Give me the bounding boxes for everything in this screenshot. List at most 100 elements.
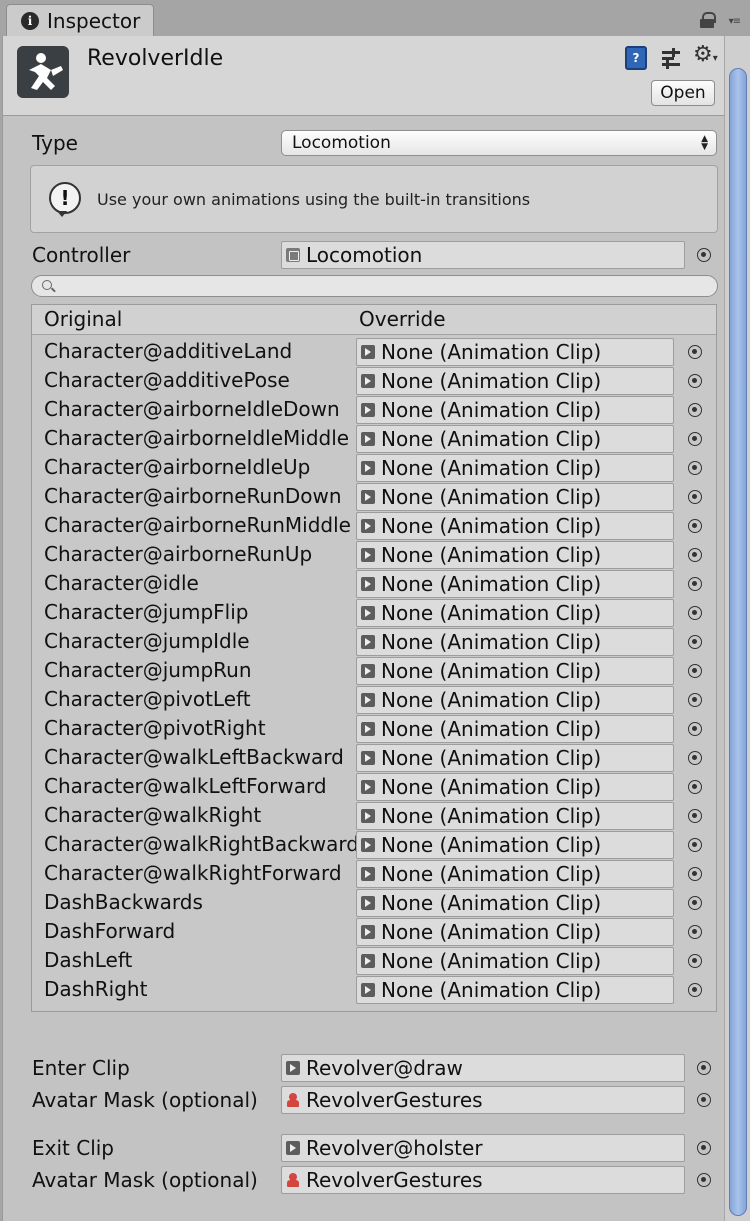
object-picker-icon[interactable]	[688, 519, 702, 533]
original-clip-name: DashForward	[44, 919, 176, 943]
object-picker-icon[interactable]	[688, 606, 702, 620]
override-clip-field[interactable]: None (Animation Clip)	[356, 889, 674, 917]
type-dropdown[interactable]: Locomotion ▲ ▼	[281, 130, 717, 156]
override-clip-field[interactable]: None (Animation Clip)	[356, 947, 674, 975]
override-clip-value: None (Animation Clip)	[381, 340, 602, 364]
override-clip-field[interactable]: None (Animation Clip)	[356, 715, 674, 743]
override-clip-value: None (Animation Clip)	[381, 572, 602, 596]
override-clip-field[interactable]: None (Animation Clip)	[356, 744, 674, 772]
enter-mask-field[interactable]: RevolverGestures	[281, 1086, 685, 1114]
lock-icon[interactable]	[700, 12, 716, 28]
table-row: Character@airborneIdleMiddle None (Animat…	[32, 424, 716, 453]
object-picker-icon[interactable]	[688, 780, 702, 794]
override-clip-field[interactable]: None (Animation Clip)	[356, 396, 674, 424]
object-picker-icon[interactable]	[688, 809, 702, 823]
override-clip-field[interactable]: None (Animation Clip)	[356, 541, 674, 569]
enter-mask-label: Avatar Mask (optional)	[32, 1088, 258, 1112]
vertical-scrollbar[interactable]	[724, 36, 750, 1221]
presets-icon[interactable]	[660, 47, 682, 69]
table-row: Character@airborneIdleDown None (Animatio…	[32, 395, 716, 424]
object-picker-icon[interactable]	[688, 345, 702, 359]
table-row: DashLeft None (Animation Clip)	[32, 946, 716, 975]
override-clip-field[interactable]: None (Animation Clip)	[356, 570, 674, 598]
override-clip-field[interactable]: None (Animation Clip)	[356, 454, 674, 482]
enter-mask-value: RevolverGestures	[306, 1088, 483, 1112]
inspector-tab[interactable]: i Inspector	[6, 4, 154, 37]
open-button[interactable]: Open	[651, 80, 715, 106]
animation-clip-icon	[361, 519, 375, 533]
override-clip-value: None (Animation Clip)	[381, 920, 602, 944]
object-picker-icon[interactable]	[688, 461, 702, 475]
avatar-mask-icon	[286, 1173, 300, 1187]
table-row: Character@airborneRunDown None (Animation…	[32, 482, 716, 511]
object-picker-icon[interactable]	[688, 635, 702, 649]
override-clip-value: None (Animation Clip)	[381, 369, 602, 393]
override-clip-value: None (Animation Clip)	[381, 949, 602, 973]
original-clip-name: Character@walkLeftBackward	[44, 745, 344, 769]
object-picker-icon[interactable]	[688, 490, 702, 504]
object-picker-icon[interactable]	[688, 548, 702, 562]
object-picker-icon[interactable]	[688, 577, 702, 591]
override-clip-field[interactable]: None (Animation Clip)	[356, 483, 674, 511]
gear-icon[interactable]: ⚙▾	[693, 42, 718, 67]
override-clip-value: None (Animation Clip)	[381, 688, 602, 712]
object-picker-icon[interactable]	[688, 954, 702, 968]
object-picker-icon[interactable]	[688, 432, 702, 446]
table-header: Original Override	[32, 305, 716, 335]
help-box: ! Use your own animations using the buil…	[30, 165, 718, 233]
tab-bar: i Inspector ▾≡	[0, 0, 750, 37]
animation-clip-icon	[361, 722, 375, 736]
override-clip-field[interactable]: None (Animation Clip)	[356, 657, 674, 685]
search-input[interactable]	[31, 275, 718, 297]
exit-mask-field[interactable]: RevolverGestures	[281, 1166, 685, 1194]
exit-clip-field[interactable]: Revolver@holster	[281, 1134, 685, 1162]
override-clip-field[interactable]: None (Animation Clip)	[356, 831, 674, 859]
override-clip-field[interactable]: None (Animation Clip)	[356, 512, 674, 540]
object-picker-icon[interactable]	[697, 1061, 711, 1075]
object-picker-icon[interactable]	[688, 403, 702, 417]
object-picker-icon[interactable]	[688, 896, 702, 910]
table-row: Character@jumpIdle None (Animation Clip)	[32, 627, 716, 656]
animation-clip-icon	[361, 432, 375, 446]
object-picker-icon[interactable]	[697, 248, 711, 262]
object-picker-icon[interactable]	[688, 838, 702, 852]
override-clip-field[interactable]: None (Animation Clip)	[356, 425, 674, 453]
override-clip-field[interactable]: None (Animation Clip)	[356, 338, 674, 366]
table-row: Character@idle None (Animation Clip)	[32, 569, 716, 598]
override-clip-field[interactable]: None (Animation Clip)	[356, 976, 674, 1004]
object-picker-icon[interactable]	[688, 664, 702, 678]
override-clip-field[interactable]: None (Animation Clip)	[356, 918, 674, 946]
object-picker-icon[interactable]	[688, 925, 702, 939]
object-picker-icon[interactable]	[688, 751, 702, 765]
table-row: Character@additivePose None (Animation Cl…	[32, 366, 716, 395]
controller-field[interactable]: Locomotion	[281, 241, 685, 269]
scrollbar-thumb[interactable]	[729, 68, 747, 1216]
object-picker-icon[interactable]	[697, 1173, 711, 1187]
override-clip-field[interactable]: None (Animation Clip)	[356, 773, 674, 801]
object-picker-icon[interactable]	[697, 1141, 711, 1155]
exit-clip-label: Exit Clip	[32, 1136, 115, 1160]
inspector-tab-label: Inspector	[47, 9, 141, 33]
override-clip-field[interactable]: None (Animation Clip)	[356, 367, 674, 395]
enter-clip-field[interactable]: Revolver@draw	[281, 1054, 685, 1082]
override-clip-field[interactable]: None (Animation Clip)	[356, 860, 674, 888]
object-picker-icon[interactable]	[688, 722, 702, 736]
tab-menu-icon[interactable]: ▾≡	[729, 16, 741, 27]
object-picker-icon[interactable]	[688, 867, 702, 881]
table-row: Character@airborneRunUp None (Animation C…	[32, 540, 716, 569]
override-clip-field[interactable]: None (Animation Clip)	[356, 802, 674, 830]
object-picker-icon[interactable]	[688, 693, 702, 707]
asset-title: RevolverIdle	[87, 46, 224, 71]
animation-clip-icon	[361, 983, 375, 997]
object-picker-icon[interactable]	[697, 1093, 711, 1107]
object-picker-icon[interactable]	[688, 374, 702, 388]
override-clip-field[interactable]: None (Animation Clip)	[356, 628, 674, 656]
override-clip-value: None (Animation Clip)	[381, 659, 602, 683]
original-clip-name: Character@airborneRunMiddle	[44, 513, 351, 537]
override-clip-value: None (Animation Clip)	[381, 746, 602, 770]
override-clip-field[interactable]: None (Animation Clip)	[356, 686, 674, 714]
animation-clip-icon	[361, 693, 375, 707]
help-book-icon[interactable]: ?	[625, 46, 647, 70]
object-picker-icon[interactable]	[688, 983, 702, 997]
override-clip-field[interactable]: None (Animation Clip)	[356, 599, 674, 627]
